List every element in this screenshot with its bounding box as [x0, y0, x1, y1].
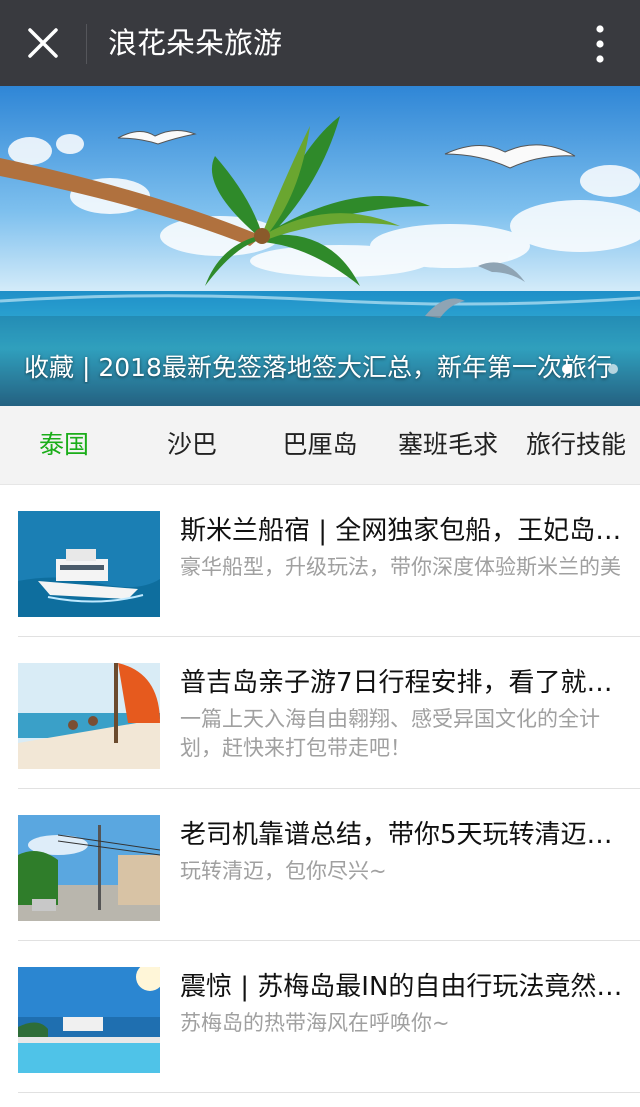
article-thumbnail — [18, 967, 160, 1073]
article-item[interactable]: 斯米兰船宿 | 全网独家包船，王妃岛浮潜 豪华船型，升级玩法，带你深度体验斯米兰… — [18, 485, 640, 637]
article-title: 普吉岛亲子游7日行程安排，看了就想出发 — [180, 668, 630, 698]
article-description: 一篇上天入海自由翱翔、感受异国文化的全计划，赶快来打包带走吧！ — [180, 707, 600, 760]
article-thumbnail — [18, 663, 160, 769]
article-item[interactable]: 老司机靠谱总结，带你5天玩转清迈清莱 玩转清迈，包你尽兴~ — [18, 789, 640, 941]
tab-thailand[interactable]: 泰国 — [0, 406, 128, 484]
article-title: 斯米兰船宿 | 全网独家包船，王妃岛浮潜 — [180, 516, 630, 546]
article-description: 豪华船型，升级玩法，带你深度体验斯米兰的美 — [180, 555, 621, 579]
article-thumbnail — [18, 815, 160, 921]
carousel-dot-active[interactable] — [562, 364, 572, 374]
carousel-indicator — [562, 364, 618, 374]
article-thumbnail — [18, 511, 160, 617]
tab-sabah[interactable]: 沙巴 — [128, 406, 256, 484]
top-bar: 浪花朵朵旅游 — [0, 0, 640, 86]
page-title: 浪花朵朵旅游 — [108, 26, 283, 60]
article-title: 震惊 | 苏梅岛最IN的自由行玩法竟然是这样 — [180, 972, 630, 1002]
more-vertical-icon[interactable] — [590, 24, 610, 64]
article-description: 玩转清迈，包你尽兴~ — [180, 859, 387, 883]
banner-caption[interactable]: 收藏 | 2018最新免签落地签大汇总，新年第一次旅行 — [24, 348, 640, 384]
carousel-dot[interactable] — [608, 364, 618, 374]
tab-travel-skills[interactable]: 旅行技能 — [512, 406, 640, 484]
article-list: 斯米兰船宿 | 全网独家包船，王妃岛浮潜 豪华船型，升级玩法，带你深度体验斯米兰… — [18, 485, 640, 1093]
tab-saipan-mauritius[interactable]: 塞班毛求 — [384, 406, 512, 484]
article-item[interactable]: 普吉岛亲子游7日行程安排，看了就想出发 一篇上天入海自由翱翔、感受异国文化的全计… — [18, 637, 640, 789]
article-title: 老司机靠谱总结，带你5天玩转清迈清莱 — [180, 820, 630, 850]
topbar-divider — [86, 24, 87, 64]
article-item[interactable]: 震惊 | 苏梅岛最IN的自由行玩法竟然是这样 苏梅岛的热带海风在呼唤你~ — [18, 941, 640, 1093]
tab-bali[interactable]: 巴厘岛 — [256, 406, 384, 484]
category-tabs: 泰国 沙巴 巴厘岛 塞班毛求 旅行技能 — [0, 406, 640, 485]
hero-banner[interactable]: 收藏 | 2018最新免签落地签大汇总，新年第一次旅行 — [0, 86, 640, 406]
close-icon[interactable] — [24, 24, 62, 62]
article-description: 苏梅岛的热带海风在呼唤你~ — [180, 1011, 450, 1035]
